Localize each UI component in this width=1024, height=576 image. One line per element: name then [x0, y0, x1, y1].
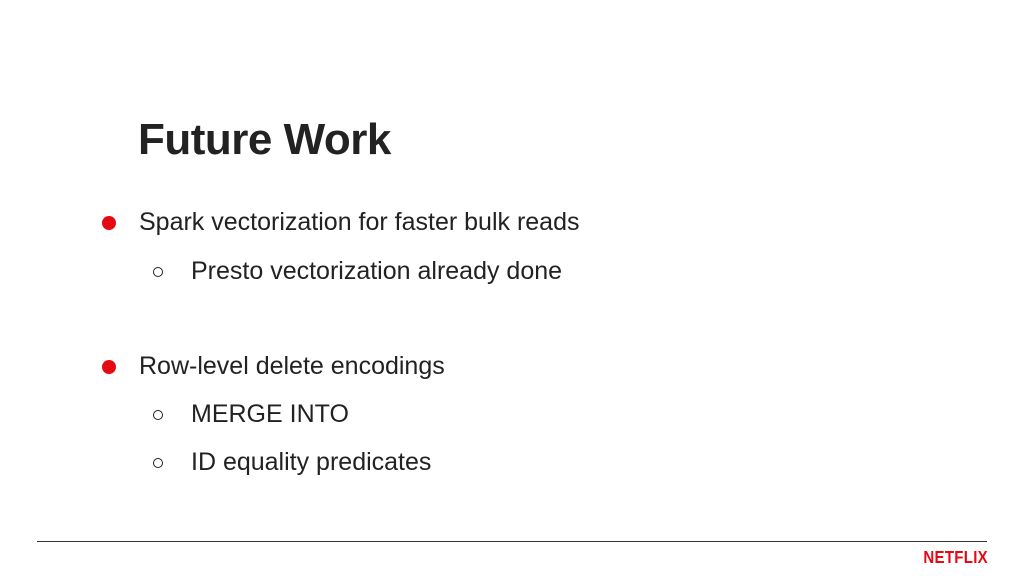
footer-divider — [37, 541, 987, 542]
sub-bullet-text: ID equality predicates — [191, 448, 432, 476]
slide-title: Future Work — [138, 115, 391, 164]
bullet-item: Row-level delete encodings — [102, 352, 445, 381]
hollow-circle-icon — [153, 457, 163, 468]
sub-bullet-text: Presto vectorization already done — [191, 257, 563, 285]
bullet-text: Spark vectorization for faster bulk read… — [139, 208, 580, 236]
bullet-item: Spark vectorization for faster bulk read… — [102, 208, 579, 237]
hollow-circle-icon — [153, 266, 163, 277]
sub-bullet-text: MERGE INTO — [191, 400, 349, 428]
filled-circle-icon — [102, 359, 116, 374]
sub-bullet-item: MERGE INTO — [153, 400, 349, 429]
hollow-circle-icon — [153, 409, 163, 420]
bullet-text: Row-level delete encodings — [139, 352, 445, 380]
sub-bullet-item: ID equality predicates — [153, 448, 431, 477]
netflix-logo: NETFLIX — [923, 547, 988, 568]
sub-bullet-item: Presto vectorization already done — [153, 257, 562, 286]
filled-circle-icon — [102, 215, 116, 230]
